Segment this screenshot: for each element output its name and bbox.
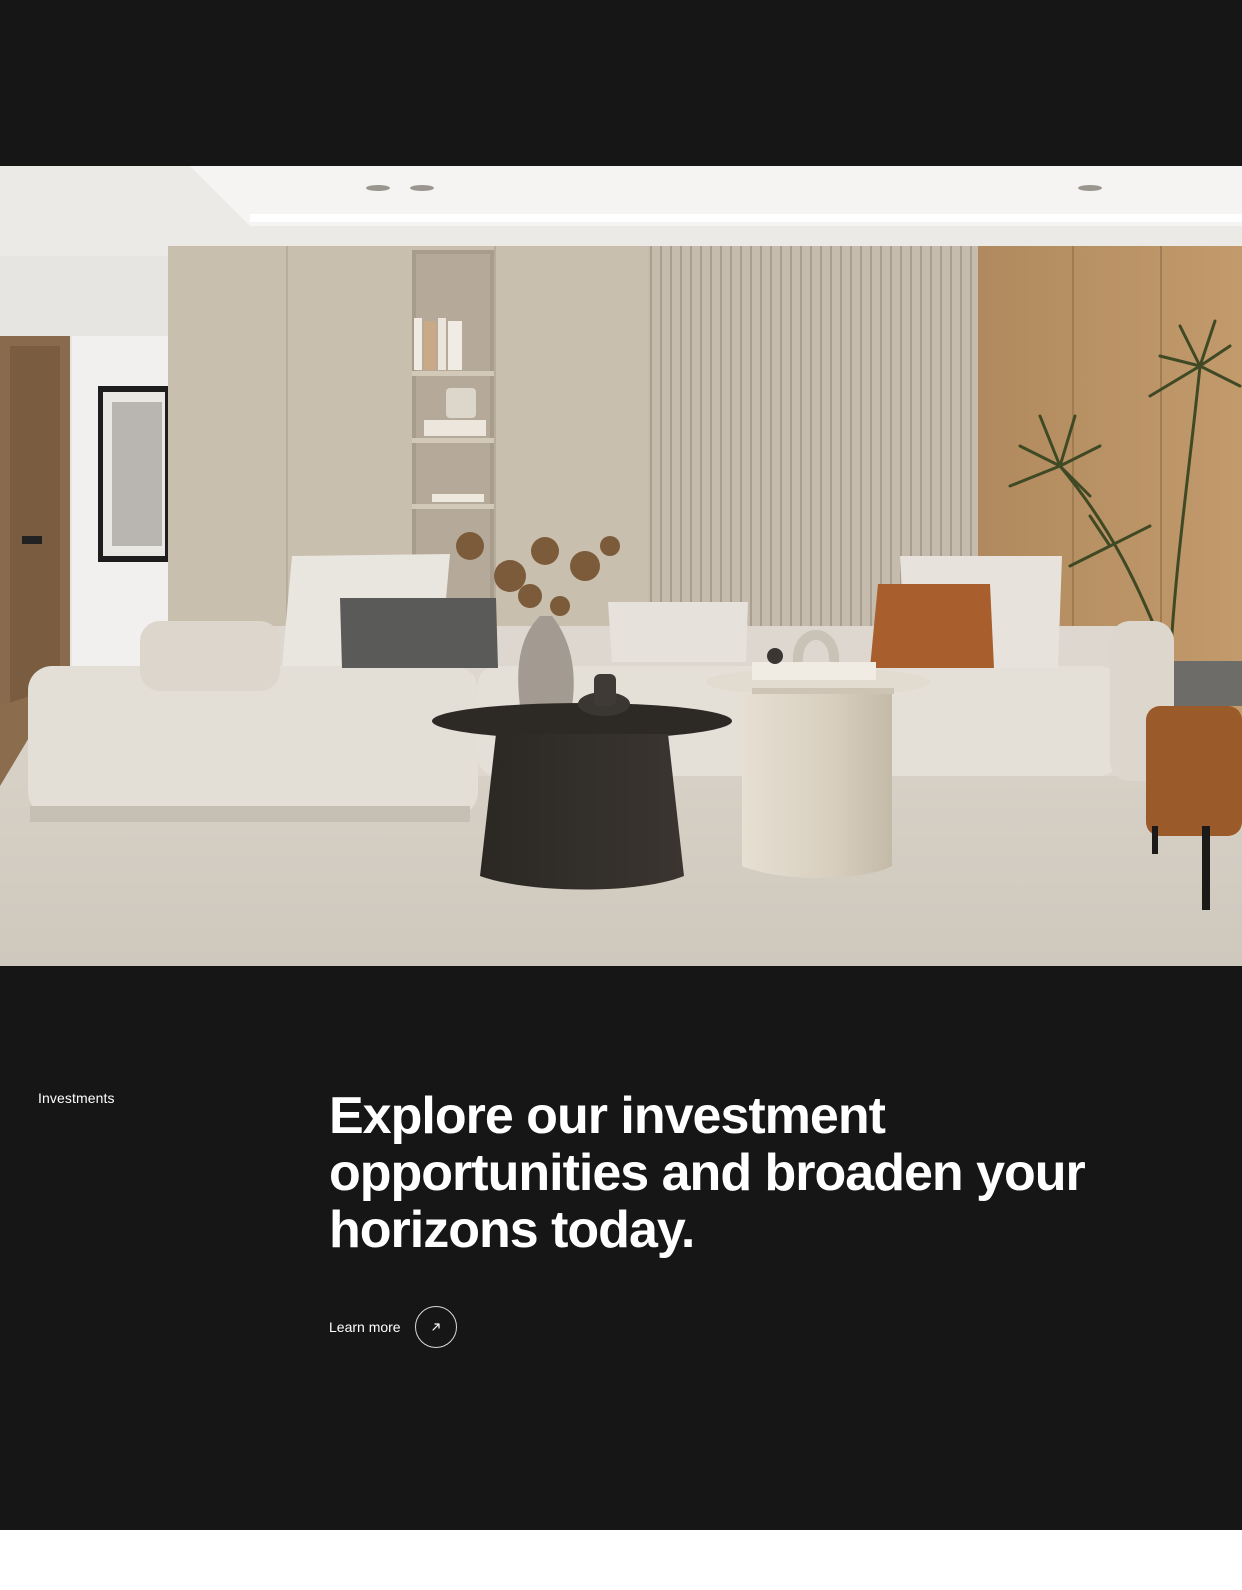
investments-section: Investments Explore our investment oppor…: [0, 0, 1242, 1530]
hero-image: [0, 166, 1242, 966]
headline: Explore our investment opportunities and…: [329, 1087, 1086, 1259]
arrow-up-right-icon: [431, 1323, 440, 1331]
page: Investments Explore our investment oppor…: [0, 0, 1242, 1590]
learn-more-link[interactable]: Learn more: [329, 1306, 457, 1348]
learn-more-label: Learn more: [329, 1319, 401, 1335]
section-label: Investments: [38, 1090, 115, 1106]
arrow-circle-button[interactable]: [414, 1306, 457, 1348]
